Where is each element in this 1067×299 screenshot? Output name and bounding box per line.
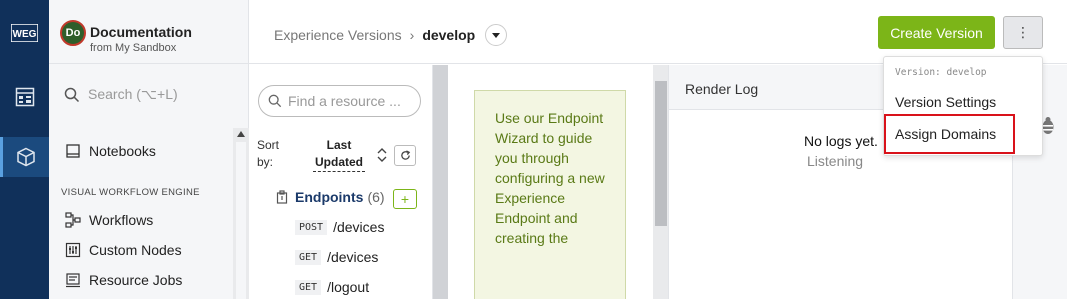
breadcrumb-separator: › (409, 27, 415, 43)
sidebar-item-label: Custom Nodes (89, 242, 182, 258)
menu-item-version-settings[interactable]: Version Settings (895, 94, 996, 110)
endpoint-item[interactable]: GET /logout (295, 279, 369, 295)
refresh-icon (400, 150, 410, 160)
nav-applications[interactable] (0, 137, 49, 177)
add-endpoint-button[interactable]: + (393, 189, 417, 209)
assign-domains-highlight (884, 114, 1015, 154)
scroll-up-icon (237, 131, 245, 137)
editor-scrollbar-thumb[interactable] (655, 81, 667, 226)
endpoint-path: /logout (327, 279, 370, 295)
search-icon (268, 94, 282, 108)
endpoint-wizard-tip: Use our Endpoint Wizard to guide you thr… (474, 90, 626, 299)
breadcrumb-current: develop (422, 27, 476, 43)
endpoint-path: /devices (327, 249, 379, 265)
resource-panel: Find a resource ... Sort by: Last Update… (249, 65, 433, 299)
dashboard-icon (15, 87, 34, 107)
sort-direction-icon[interactable] (377, 148, 387, 165)
weg-logo-icon[interactable]: WEG (11, 24, 38, 42)
sidebar-item-custom-nodes[interactable]: Custom Nodes (65, 242, 182, 258)
svg-text:WEG: WEG (13, 29, 37, 40)
endpoint-method: POST (295, 219, 328, 235)
breadcrumb-parent[interactable]: Experience Versions (274, 27, 402, 43)
endpoint-method: GET (295, 279, 322, 295)
endpoints-group[interactable]: Endpoints (6) (276, 189, 385, 205)
app-title: Documentation (90, 24, 192, 40)
chevron-down-icon (492, 32, 501, 38)
find-resource-input[interactable]: Find a resource ... (258, 85, 421, 117)
custom-nodes-icon (65, 242, 81, 258)
sidebar: Do Documentation from My Sandbox Search … (49, 0, 249, 299)
endpoint-item[interactable]: GET /devices (295, 249, 378, 265)
resource-jobs-icon (66, 273, 80, 288)
more-options-button[interactable]: ⋮ (1003, 16, 1043, 49)
endpoint-path: /devices (333, 219, 385, 235)
endpoint-icon (276, 190, 288, 204)
resource-panel-scrollbar[interactable] (433, 65, 449, 299)
sidebar-search-placeholder: Search (⌥+L) (88, 86, 178, 102)
listening-status: Listening (807, 153, 864, 169)
sidebar-item-label: Notebooks (89, 143, 156, 159)
sidebar-item-notebooks[interactable]: Notebooks (65, 143, 156, 159)
top-bar: Experience Versions › develop Create Ver… (249, 0, 1067, 64)
menu-version-label: Version: develop (895, 67, 987, 78)
sidebar-item-resource-jobs[interactable]: Resource Jobs (65, 272, 182, 288)
left-rail: WEG (0, 0, 49, 299)
sidebar-item-label: Workflows (89, 212, 154, 228)
breadcrumb: Experience Versions › develop (274, 24, 508, 46)
sidebar-scrollbar[interactable] (233, 128, 249, 299)
sidebar-search[interactable]: Search (⌥+L) (64, 86, 178, 103)
editor-area: Use our Endpoint Wizard to guide you thr… (448, 65, 653, 299)
app-avatar: Do (60, 20, 86, 46)
nav-dashboard[interactable] (0, 77, 49, 117)
app-subtitle: from My Sandbox (90, 42, 177, 54)
find-resource-placeholder: Find a resource ... (288, 93, 401, 109)
editor-scrollbar[interactable] (653, 65, 669, 299)
app-header[interactable]: Do Documentation from My Sandbox (49, 0, 249, 64)
sidebar-section-title: VISUAL WORKFLOW ENGINE (61, 187, 200, 198)
endpoints-count: (6) (367, 189, 385, 205)
endpoint-method: GET (295, 249, 322, 265)
search-icon (64, 87, 80, 102)
workflow-icon (65, 212, 81, 228)
sidebar-item-label: Resource Jobs (89, 272, 183, 288)
endpoints-label: Endpoints (295, 189, 364, 205)
no-logs-text: No logs yet. (804, 133, 878, 149)
create-version-button[interactable]: Create Version (878, 16, 995, 49)
endpoint-item[interactable]: POST /devices (295, 219, 384, 235)
sort-label: Sort by: (257, 138, 280, 169)
notebook-icon (66, 144, 80, 158)
render-log-title: Render Log (685, 81, 759, 97)
refresh-button[interactable] (394, 145, 416, 166)
cube-icon (17, 147, 35, 167)
version-dropdown-button[interactable] (485, 24, 508, 46)
sort-select[interactable]: Last Updated (313, 137, 365, 172)
sidebar-scrollbar-thumb[interactable] (236, 142, 246, 299)
sidebar-item-workflows[interactable]: Workflows (65, 212, 153, 228)
